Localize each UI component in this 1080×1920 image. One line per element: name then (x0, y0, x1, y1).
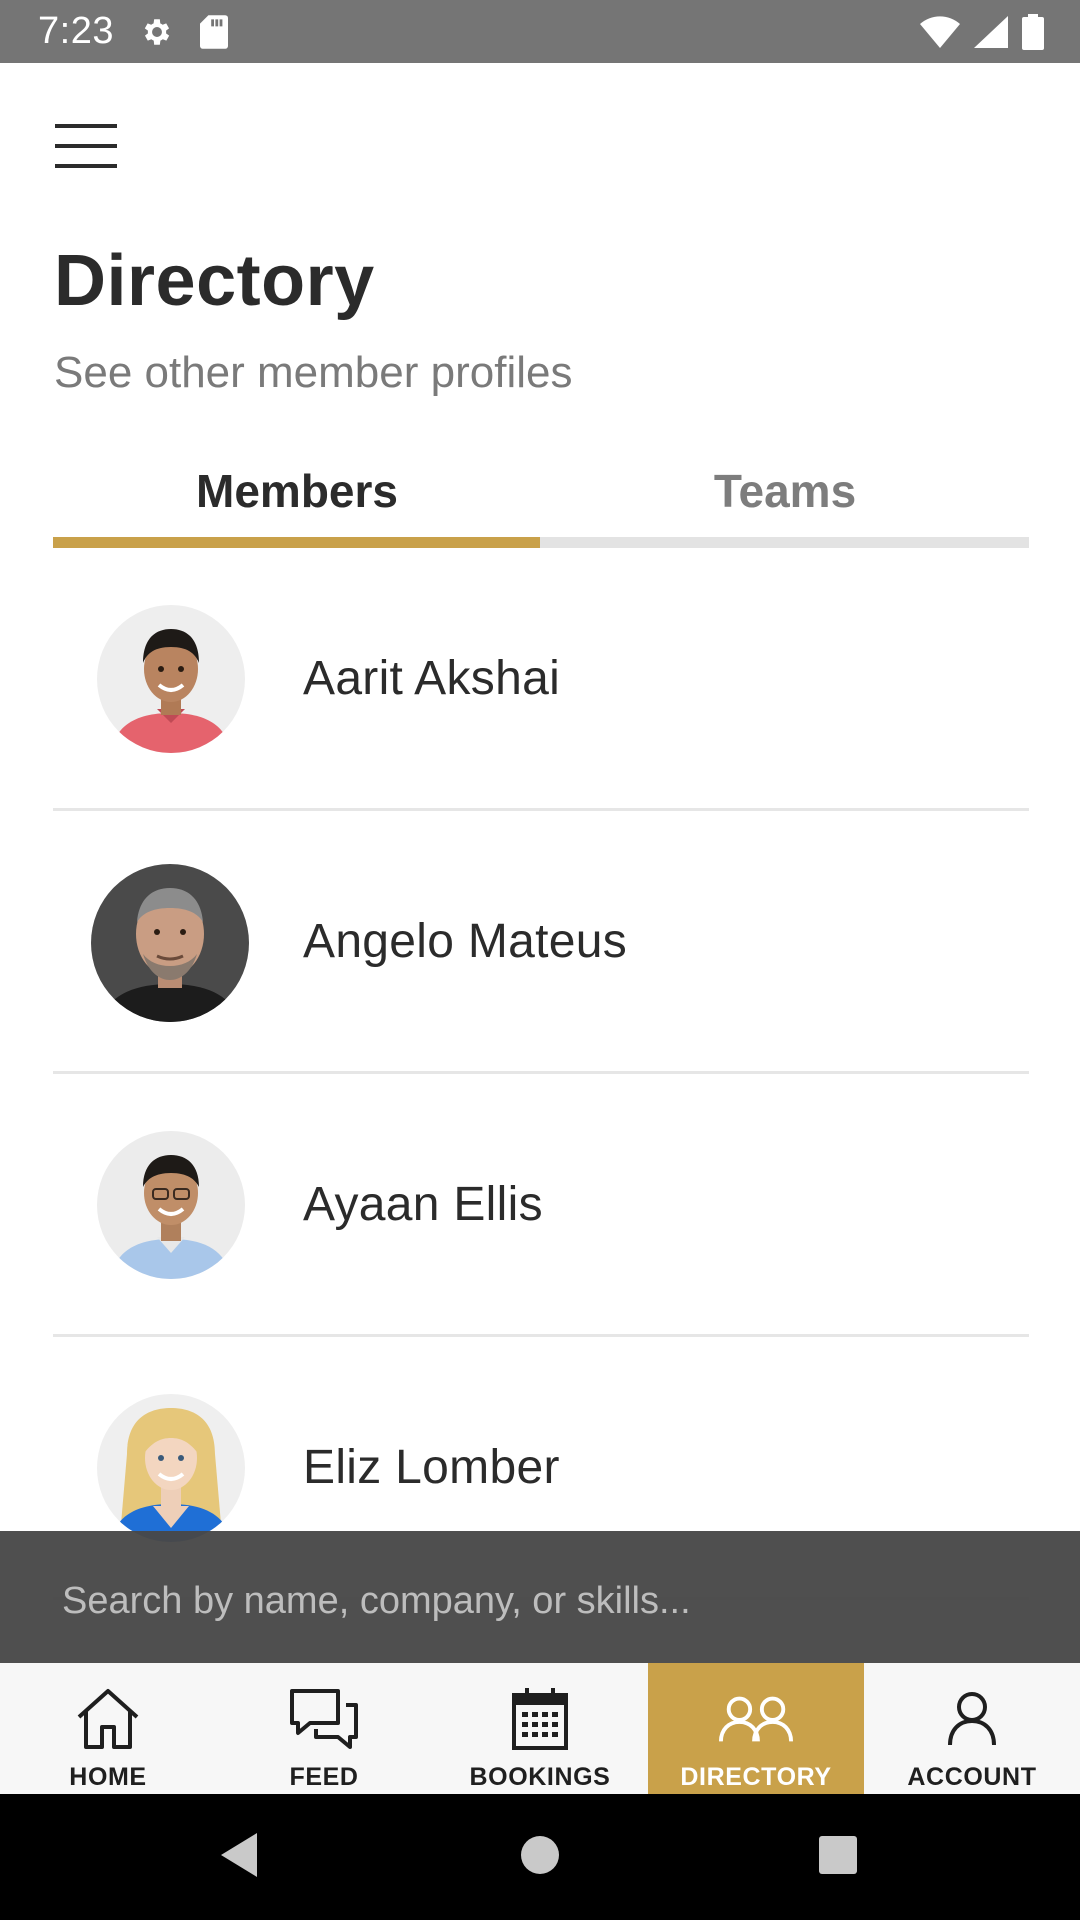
nav-label: FEED (289, 1763, 359, 1791)
member-name: Ayaan Ellis (303, 1177, 543, 1231)
nav-directory[interactable]: DIRECTORY (648, 1663, 864, 1794)
member-row[interactable]: Angelo Mateus (53, 811, 1029, 1074)
avatar (97, 1131, 245, 1279)
signal-icon (974, 15, 1008, 48)
hamburger-menu-icon (55, 122, 117, 175)
battery-icon (1022, 13, 1044, 50)
status-bar: 7:23 (0, 0, 1080, 63)
back-button[interactable] (179, 1794, 299, 1920)
home-icon (70, 1681, 146, 1757)
nav-home[interactable]: HOME (0, 1663, 216, 1794)
tab-members[interactable]: Members (53, 450, 541, 550)
avatar (91, 864, 249, 1022)
member-name: Aarit Akshai (303, 651, 561, 705)
person-icon (934, 1681, 1010, 1757)
status-left: 7:23 (38, 10, 228, 53)
tab-active-indicator (53, 537, 540, 548)
nav-label: HOME (69, 1763, 147, 1791)
nav-label: BOOKINGS (469, 1763, 611, 1791)
member-name: Angelo Mateus (303, 914, 628, 968)
nav-label: ACCOUNT (907, 1763, 1037, 1791)
wifi-icon (920, 15, 960, 48)
recents-square-icon (818, 1835, 858, 1880)
member-list: Aarit Akshai Angelo Mateus Ayaan Ellis E… (53, 548, 1029, 1600)
calendar-icon (502, 1681, 578, 1757)
recents-button[interactable] (778, 1794, 898, 1920)
tab-teams[interactable]: Teams (541, 450, 1029, 550)
menu-button[interactable] (46, 112, 126, 184)
avatar (97, 605, 245, 753)
sd-card-icon (199, 14, 228, 49)
settings-icon (140, 15, 174, 49)
status-time: 7:23 (38, 10, 114, 52)
system-nav-bar (0, 1794, 1080, 1920)
people-icon (718, 1681, 794, 1757)
member-row[interactable]: Aarit Akshai (53, 548, 1029, 811)
nav-account[interactable]: ACCOUNT (864, 1663, 1080, 1794)
status-right (920, 13, 1044, 50)
tab-bar: Members Teams (53, 450, 1029, 550)
feed-icon (286, 1681, 362, 1757)
search-bar (0, 1531, 1080, 1663)
back-triangle-icon (219, 1832, 259, 1883)
page-subtitle: See other member profiles (54, 348, 573, 397)
nav-bookings[interactable]: BOOKINGS (432, 1663, 648, 1794)
avatar (97, 1394, 245, 1542)
member-row[interactable]: Ayaan Ellis (53, 1074, 1029, 1337)
search-input[interactable] (62, 1571, 1022, 1631)
home-system-button[interactable] (480, 1794, 600, 1920)
page-title: Directory (54, 241, 375, 321)
home-circle-icon (520, 1835, 560, 1880)
screen: 7:23 Directory See other member profiles… (0, 0, 1080, 1920)
bottom-nav: HOME FEED BOOKINGS DIRECTORY ACCOUNT (0, 1663, 1080, 1794)
nav-feed[interactable]: FEED (216, 1663, 432, 1794)
nav-label: DIRECTORY (680, 1763, 832, 1791)
